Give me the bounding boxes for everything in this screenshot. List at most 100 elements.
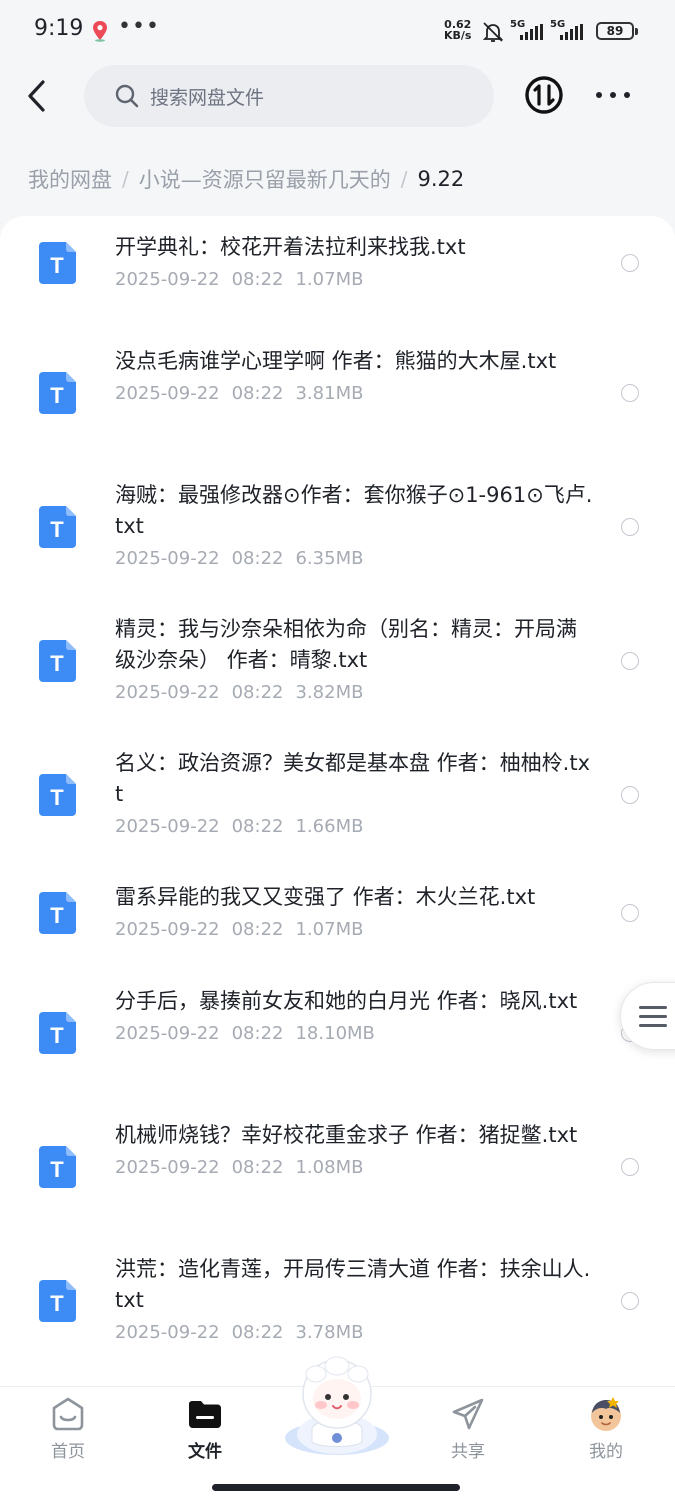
txt-file-icon: T [39,1279,76,1322]
select-radio[interactable] [621,651,639,670]
menu-line-icon [639,1015,667,1018]
file-time: 08:22 [231,383,284,404]
select-radio[interactable] [621,785,639,804]
txt-file-icon: T [39,371,76,414]
back-button[interactable] [18,76,58,116]
file-name: 精灵：我与沙奈朵相依为命（别名：精灵：开局满级沙奈朵） 作者：晴黎.txt [115,617,577,672]
txt-file-icon: T [39,639,76,682]
file-info: 雷系异能的我又又变强了 作者：木火兰花.txt 2025-09-22 08:22 1.… [115,882,595,944]
file-size: 3.78MB [295,1322,364,1343]
file-meta: 2025-09-22 08:22 18.10MB [115,1020,595,1048]
file-name: 分手后，暴揍前女友和她的白月光 作者：晓风.txt [115,989,578,1013]
dot-icon [610,92,616,98]
more-notifications-icon: ••• [118,14,160,39]
nav-home-label: 首页 [51,1442,85,1462]
file-name: 名义：政治资源？美女都是基本盘 作者：柚柚柃.txt [115,751,591,806]
breadcrumb-item-root[interactable]: 我的网盘 [28,164,112,194]
select-radio[interactable] [621,517,639,536]
file-row[interactable]: T 名义：政治资源？美女都是基本盘 作者：柚柚柃.txt 2025-09-22 08:… [0,740,675,849]
file-meta: 2025-09-22 08:22 1.07MB [115,266,595,294]
file-row[interactable]: T 雷系异能的我又又变强了 作者：木火兰花.txt 2025-09-22 08:22 1… [0,874,675,952]
file-size: 6.35MB [295,548,364,569]
breadcrumb-item-current: 9.22 [417,167,465,191]
breadcrumb-separator: / [400,167,408,191]
nav-files[interactable]: 文件 [155,1387,255,1477]
select-radio[interactable] [621,1291,639,1310]
file-size: 3.82MB [295,682,364,703]
select-radio[interactable] [621,904,639,922]
file-info: 精灵：我与沙奈朵相依为命（别名：精灵：开局满级沙奈朵） 作者：晴黎.txt 202… [115,614,595,707]
svg-text:T: T [50,383,64,408]
file-meta: 2025-09-22 08:22 6.35MB [115,545,595,573]
file-meta: 2025-09-22 08:22 1.08MB [115,1154,595,1182]
file-info: 洪荒：造化青莲，开局传三清大道 作者：扶余山人.txt 2025-09-22 08:… [115,1254,595,1347]
send-icon [452,1398,484,1430]
svg-text:T: T [50,1023,64,1048]
file-row[interactable]: T 洪荒：造化青莲，开局传三清大道 作者：扶余山人.txt 2025-09-22 08… [0,1246,675,1355]
file-name: 雷系异能的我又又变强了 作者：木火兰花.txt [115,885,536,909]
menu-line-icon [639,1006,667,1009]
file-row[interactable]: T 没点毛病谁学心理学啊 作者：熊猫的大木屋.txt 2025-09-22 08:22… [0,338,675,447]
svg-text:T: T [50,253,64,278]
file-time: 08:22 [231,919,284,940]
select-radio[interactable] [621,383,639,402]
file-date: 2025-09-22 [115,1157,220,1178]
nav-home[interactable]: 首页 [18,1387,118,1477]
file-time: 08:22 [231,548,284,569]
file-date: 2025-09-22 [115,269,220,290]
breadcrumb-separator: / [122,167,129,191]
file-date: 2025-09-22 [115,548,220,569]
file-name: 洪荒：造化青莲，开局传三清大道 作者：扶余山人.txt [115,1257,591,1312]
network-speed-unit: KB/s [444,29,472,42]
search-placeholder: 搜索网盘文件 [150,86,265,109]
svg-text:T: T [50,1291,64,1316]
search-input[interactable]: 搜索网盘文件 [84,65,494,127]
txt-file-icon: T [39,773,76,816]
file-row[interactable]: T 开学典礼：校花开着法拉利来找我.txt 2025-09-22 08:22 1.07M… [0,224,675,302]
more-options-button[interactable] [592,80,634,110]
select-radio[interactable] [621,1157,639,1176]
file-meta: 2025-09-22 08:22 3.78MB [115,1319,595,1347]
assistant-mascot-button[interactable] [276,1352,398,1460]
avatar-icon [591,1397,621,1431]
file-meta: 2025-09-22 08:22 3.82MB [115,679,595,707]
file-name: 没点毛病谁学心理学啊 作者：熊猫的大木屋.txt [115,349,557,373]
menu-line-icon [639,1024,667,1027]
signal-icon: 5G [550,19,590,42]
file-date: 2025-09-22 [115,919,220,940]
file-info: 海贼：最强修改器⊙作者：套你猴子⊙1-961⊙飞卢.txt 2025-09-22 0… [115,480,595,573]
signal-icon: 5G [510,19,550,42]
file-info: 分手后，暴揍前女友和她的白月光 作者：晓风.txt 2025-09-22 08:22… [115,986,595,1048]
file-date: 2025-09-22 [115,1322,220,1343]
file-row[interactable]: T 精灵：我与沙奈朵相依为命（别名：精灵：开局满级沙奈朵） 作者：晴黎.txt 20… [0,606,675,715]
file-row[interactable]: T 机械师烧钱？幸好校花重金求子 作者：猪捉鳖.txt 2025-09-22 08:2… [0,1112,675,1221]
file-date: 2025-09-22 [115,816,220,837]
file-size: 1.07MB [295,269,364,290]
file-meta: 2025-09-22 08:22 1.07MB [115,916,595,944]
file-meta: 2025-09-22 08:22 3.81MB [115,380,595,408]
nav-mine[interactable]: 我的 [556,1387,656,1477]
txt-file-icon: T [39,505,76,548]
transfer-list-icon[interactable] [523,74,565,116]
file-time: 08:22 [231,1023,284,1044]
file-row[interactable]: T 分手后，暴揍前女友和她的白月光 作者：晓风.txt 2025-09-22 08:2… [0,978,675,1087]
file-info: 名义：政治资源？美女都是基本盘 作者：柚柚柃.txt 2025-09-22 08:2… [115,748,595,841]
file-time: 08:22 [231,682,284,703]
file-list: T 开学典礼：校花开着法拉利来找我.txt 2025-09-22 08:22 1.07M… [0,216,675,1386]
select-radio[interactable] [621,254,639,272]
folder-icon [189,1401,221,1428]
nav-share-label: 共享 [451,1442,485,1462]
file-row[interactable]: T 海贼：最强修改器⊙作者：套你猴子⊙1-961⊙飞卢.txt 2025-09-22… [0,472,675,581]
file-time: 08:22 [231,269,284,290]
home-indicator [212,1484,460,1491]
breadcrumb-item-folder[interactable]: 小说—资源只留最新几天的 [139,164,391,194]
nav-files-label: 文件 [188,1442,222,1462]
search-icon [115,84,139,108]
svg-text:T: T [50,903,64,928]
file-time: 08:22 [231,1322,284,1343]
nav-share[interactable]: 共享 [418,1387,518,1477]
dot-icon [596,92,602,98]
file-name: 海贼：最强修改器⊙作者：套你猴子⊙1-961⊙飞卢.txt [115,483,593,538]
file-meta: 2025-09-22 08:22 1.66MB [115,813,595,841]
svg-text:T: T [50,1157,64,1182]
